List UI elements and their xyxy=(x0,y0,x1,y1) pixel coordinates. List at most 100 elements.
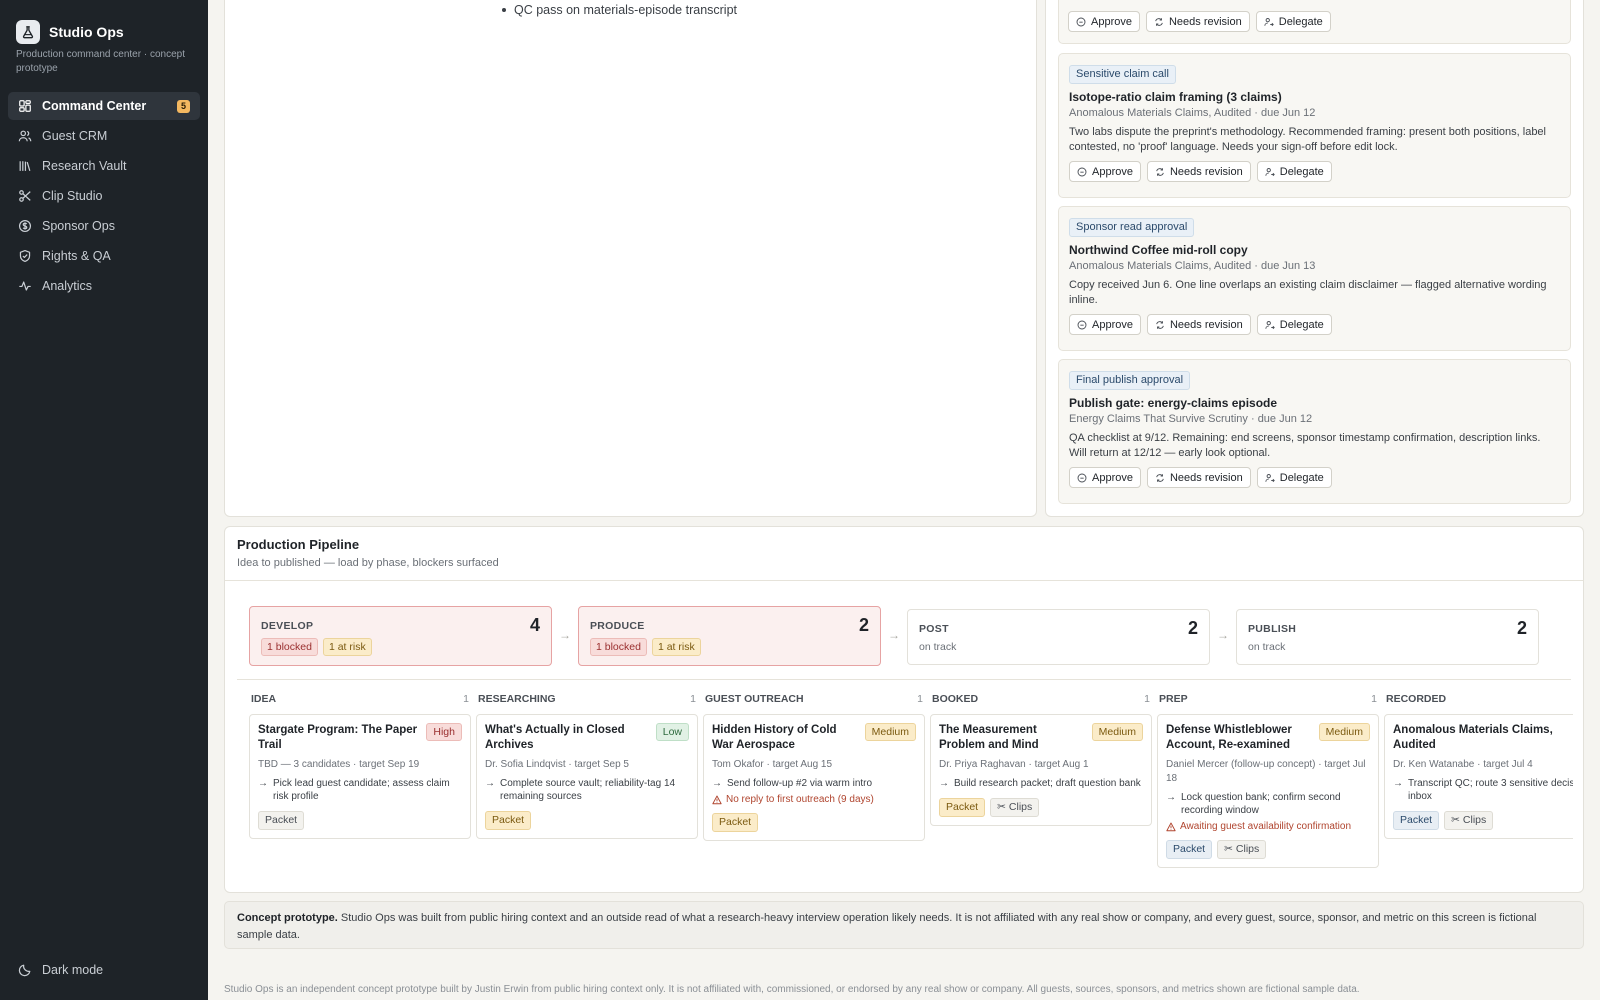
approve-label: Approve xyxy=(1092,318,1133,331)
approve-label: Approve xyxy=(1092,471,1133,484)
scissors-icon xyxy=(19,190,31,202)
sidebar-item-label: Rights & QA xyxy=(42,249,111,263)
sidebar-item-analytics[interactable]: Analytics xyxy=(8,272,200,300)
approve-label: Approve xyxy=(1092,165,1133,178)
sidebar-item-label: Research Vault xyxy=(42,159,127,173)
phase-note: on track xyxy=(1248,641,1286,653)
decision-card: Sponsor read approval Northwind Coffee m… xyxy=(1058,206,1571,351)
sidebar-item-label: Sponsor Ops xyxy=(42,219,115,233)
sidebar-item-rights-qa[interactable]: Rights & QA xyxy=(8,242,200,270)
at-risk-chip: 1 at risk xyxy=(322,638,372,656)
next-step: → Complete source vault; reliability-tag … xyxy=(485,777,689,803)
delegate-label: Delegate xyxy=(1279,165,1324,178)
stage-label: IDEA xyxy=(251,693,277,705)
packet-chip[interactable]: Packet xyxy=(1166,840,1213,859)
episode-chips: Packet xyxy=(712,813,916,832)
sidebar: Studio Ops Production command center · c… xyxy=(0,0,208,1000)
sidebar-item-research-vault[interactable]: Research Vault xyxy=(8,152,200,180)
episode-chips: Packet xyxy=(485,811,689,830)
list-item-text: QC pass on materials-episode transcript xyxy=(514,3,738,17)
needs-revision-label: Needs revision xyxy=(1168,15,1242,28)
delegate-button[interactable]: Delegate xyxy=(1256,314,1332,335)
blocked-chip: 1 blocked xyxy=(261,638,318,656)
user-arrow-icon xyxy=(1265,473,1275,482)
sidebar-item-label: Guest CRM xyxy=(42,129,108,143)
packet-chip[interactable]: Packet xyxy=(485,811,532,830)
decision-card: Approve Needs revision Delegate xyxy=(1058,0,1571,44)
next-step-text: Transcript QC; route 3 sensitive decisio… xyxy=(1408,778,1573,802)
approve-button[interactable]: Approve xyxy=(1069,314,1141,335)
episode-card[interactable]: Hidden History of Cold War Aerospace Med… xyxy=(703,714,925,841)
episode-meta: Dr. Sofia Lindqvist · target Sep 5 xyxy=(485,759,629,770)
episode-meta: Dr. Priya Raghavan · target Aug 1 xyxy=(939,759,1089,770)
needs-revision-label: Needs revision xyxy=(1169,471,1243,484)
count-badge: 5 xyxy=(176,99,190,113)
sidebar-item-guest-crm[interactable]: Guest CRM xyxy=(8,122,200,150)
priority-badge: Medium xyxy=(1318,723,1370,741)
arrow-right-icon: → xyxy=(939,778,949,789)
episode-card[interactable]: Stargate Program: The Paper Trail High T… xyxy=(249,714,471,839)
phase-post[interactable]: POST 2 on track xyxy=(907,609,1210,665)
decision-meta: Energy Claims That Survive Scrutiny · du… xyxy=(1069,413,1313,425)
needs-revision-button[interactable]: Needs revision xyxy=(1146,161,1251,182)
approve-button[interactable]: Approve xyxy=(1069,467,1141,488)
packet-chip[interactable]: Packet xyxy=(712,813,759,832)
clips-chip[interactable]: ✂ Clips xyxy=(1444,811,1494,830)
phase-label: POST xyxy=(919,623,949,635)
phase-produce[interactable]: PRODUCE 2 1 blocked 1 at risk xyxy=(578,606,881,666)
user-arrow-icon xyxy=(1265,320,1275,329)
phase-label: PUBLISH xyxy=(1248,623,1297,635)
brand[interactable]: Studio Ops xyxy=(16,20,124,44)
refresh-icon xyxy=(1156,167,1164,176)
episode-card[interactable]: What's Actually in Closed Archives Low D… xyxy=(476,714,698,839)
needs-revision-button[interactable]: Needs revision xyxy=(1146,467,1251,488)
check-circle-icon xyxy=(1077,320,1087,329)
stage-column-recorded: RECORDED Anomalous Materials Claims, Aud… xyxy=(1384,693,1573,839)
episode-card[interactable]: The Measurement Problem and Mind Medium … xyxy=(930,714,1152,826)
stage-label: GUEST OUTREACH xyxy=(705,693,804,705)
blocked-chip: 1 blocked xyxy=(590,638,647,656)
approve-button[interactable]: Approve xyxy=(1069,161,1141,182)
clips-chip[interactable]: ✂ Clips xyxy=(990,798,1040,817)
episode-card[interactable]: Anomalous Materials Claims, Audited Dr. … xyxy=(1384,714,1573,839)
packet-chip[interactable]: Packet xyxy=(258,811,305,830)
decision-title: Northwind Coffee mid-roll copy xyxy=(1069,243,1248,257)
decision-actions: Approve Needs revision Delegate xyxy=(1069,467,1560,488)
delegate-button[interactable]: Delegate xyxy=(1255,11,1331,32)
library-icon xyxy=(19,161,31,171)
phase-count: 2 xyxy=(858,615,869,635)
approve-button[interactable]: Approve xyxy=(1068,11,1140,32)
priority-badge: Medium xyxy=(1091,723,1143,741)
sidebar-item-command-center[interactable]: Command Center 5 xyxy=(8,92,200,120)
dark-mode-toggle[interactable]: Dark mode xyxy=(18,963,103,977)
delegate-button[interactable]: Delegate xyxy=(1256,467,1332,488)
clips-chip[interactable]: ✂ Clips xyxy=(1217,840,1267,859)
clips-label: Clips xyxy=(1008,801,1033,813)
priority-badge: High xyxy=(426,723,462,741)
episode-card[interactable]: Defense Whistleblower Account, Re-examin… xyxy=(1157,714,1379,868)
next-step: → Lock question bank; confirm second reco… xyxy=(1166,791,1370,817)
phase-develop[interactable]: DEVELOP 4 1 blocked 1 at risk xyxy=(249,606,552,666)
needs-revision-button[interactable]: Needs revision xyxy=(1146,314,1251,335)
arrow-right-icon: → xyxy=(258,778,268,789)
phase-label: PRODUCE xyxy=(590,620,645,632)
phase-publish[interactable]: PUBLISH 2 on track xyxy=(1236,609,1539,665)
scissors-icon: ✂ xyxy=(1451,814,1460,826)
needs-revision-button[interactable]: Needs revision xyxy=(1145,11,1250,32)
sidebar-item-clip-studio[interactable]: Clip Studio xyxy=(8,182,200,210)
stage-count: 1 xyxy=(463,693,469,705)
stage-column-researching: RESEARCHING 1 What's Actually in Closed … xyxy=(476,693,698,839)
packet-chip[interactable]: Packet xyxy=(939,798,986,817)
stage-label: RECORDED xyxy=(1386,693,1447,705)
stage-count: 1 xyxy=(1371,693,1377,705)
phase-label: DEVELOP xyxy=(261,620,314,632)
arrow-right-icon: → xyxy=(1217,628,1229,642)
packet-chip[interactable]: Packet xyxy=(1393,811,1440,830)
scissors-icon: ✂ xyxy=(997,801,1006,813)
delegate-button[interactable]: Delegate xyxy=(1256,161,1332,182)
sidebar-item-sponsor-ops[interactable]: Sponsor Ops xyxy=(8,212,200,240)
list-item: QC pass on materials-episode transcript xyxy=(502,3,737,17)
priority-badge: Low xyxy=(655,723,689,741)
episode-title: Anomalous Materials Claims, Audited xyxy=(1393,724,1553,751)
notice-lead: Concept prototype. xyxy=(237,912,338,924)
